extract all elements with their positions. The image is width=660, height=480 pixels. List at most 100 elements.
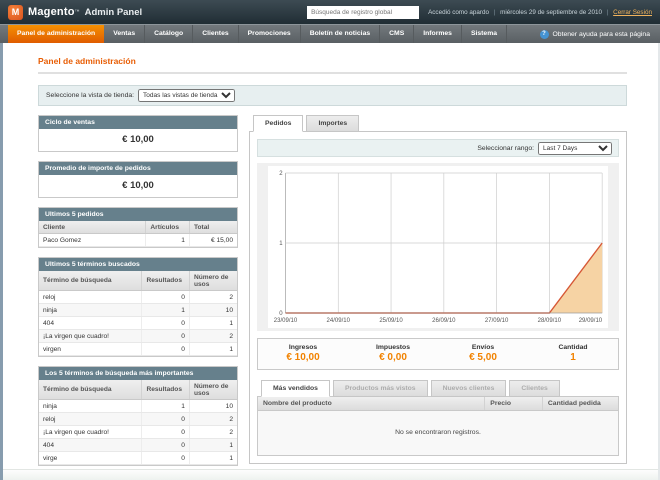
table-row[interactable]: reloj 0 2 [39, 291, 237, 304]
table-row[interactable]: reloj 0 2 [39, 413, 237, 426]
main-nav: Panel de administración Ventas Catálogo … [0, 24, 660, 43]
last-orders-box: Ultimos 5 pedidos Cliente Artículos Tota… [38, 207, 238, 248]
help-icon: ? [540, 30, 549, 39]
column-header[interactable]: Nombre del producto [258, 397, 485, 411]
app-subtitle: Admin Panel [85, 7, 143, 18]
app-header: M Magento ™ Admin Panel Accedió como apa… [0, 0, 660, 24]
last-search-terms-table: Término de búsqueda Resultados Número de… [39, 271, 237, 356]
table-row[interactable]: ninja 1 10 [39, 400, 237, 413]
column-header[interactable]: Cantidad pedida [542, 397, 618, 411]
table-row[interactable]: ¡La virgen que cuadro! 0 2 [39, 330, 237, 343]
column-header[interactable]: Resultados [142, 271, 190, 291]
table-row[interactable]: ¡La virgen que cuadro! 0 2 [39, 426, 237, 439]
top-search-terms-title: Los 5 términos de búsqueda más important… [39, 367, 237, 380]
average-orders-title: Promedio de importe de pedidos [39, 162, 237, 175]
svg-text:2: 2 [279, 170, 283, 177]
tab-customers[interactable]: Clientes [509, 380, 559, 397]
nav-item-cms[interactable]: CMS [380, 25, 414, 43]
help-link[interactable]: ? Obtener ayuda para esta página [540, 25, 660, 43]
tab-amounts[interactable]: Importes [306, 115, 359, 132]
dashboard-sidebar: Ciclo de ventas € 10,00 Promedio de impo… [38, 115, 238, 475]
column-header[interactable]: Término de búsqueda [39, 380, 142, 400]
nav-item-newsletter[interactable]: Boletín de noticias [301, 25, 380, 43]
table-row[interactable]: 404 0 1 [39, 317, 237, 330]
average-orders-box: Promedio de importe de pedidos € 10,00 [38, 161, 238, 198]
range-label: Seleccionar rango: [477, 145, 534, 152]
logout-link[interactable]: Cerrar Sesión [613, 9, 652, 16]
bestsellers-grid: Nombre del producto Precio Cantidad pedi… [257, 396, 619, 456]
nav-item-customers[interactable]: Clientes [193, 25, 238, 43]
svg-text:1: 1 [279, 240, 283, 247]
svg-text:23/09/10: 23/09/10 [274, 317, 298, 324]
help-label: Obtener ayuda para esta página [553, 31, 651, 38]
lifetime-sales-box: Ciclo de ventas € 10,00 [38, 115, 238, 152]
store-view-select[interactable]: Todas las vistas de tienda [138, 89, 235, 102]
column-header[interactable]: Total [189, 221, 237, 234]
last-orders-title: Ultimos 5 pedidos [39, 208, 237, 221]
column-header[interactable]: Resultados [142, 380, 190, 400]
nav-item-sales[interactable]: Ventas [104, 25, 145, 43]
nav-item-reports[interactable]: Informes [414, 25, 462, 43]
current-date: miércoles 29 de septiembre de 2010 [500, 9, 602, 16]
page-title: Panel de administración [38, 56, 627, 66]
empty-grid-message: No se encontraron registros. [258, 411, 618, 455]
svg-text:26/09/10: 26/09/10 [432, 317, 456, 324]
title-divider [38, 72, 627, 74]
dashboard-main: Pedidos Importes Seleccionar rango: Last… [249, 115, 627, 464]
range-selector-bar: Seleccionar rango: Last 7 Days [257, 139, 619, 157]
tab-bestsellers[interactable]: Más vendidos [261, 380, 330, 397]
session-info: Accedió como apardo | miércoles 29 de se… [428, 9, 652, 16]
magento-admin-page: M Magento ™ Admin Panel Accedió como apa… [0, 0, 660, 480]
table-row[interactable]: Paco Gomez 1 € 15,00 [39, 234, 237, 247]
app-title: Magento [28, 6, 75, 18]
svg-text:27/09/10: 27/09/10 [485, 317, 509, 324]
svg-text:28/09/10: 28/09/10 [538, 317, 562, 324]
column-header[interactable]: Número de usos [189, 271, 237, 291]
table-row[interactable]: virge 0 1 [39, 452, 237, 465]
orders-panel: Seleccionar rango: Last 7 Days 01223/09/… [249, 131, 627, 464]
magento-logo-icon: M [8, 5, 23, 20]
last-orders-table: Cliente Artículos Total Paco Gomez 1 € 1… [39, 221, 237, 247]
chart-band: 01223/09/1024/09/1025/09/1026/09/1027/09… [257, 163, 619, 331]
totals-bar: Ingresos € 10,00 Impuestos € 0,00 Envíos… [257, 338, 619, 370]
top-search-terms-box: Los 5 términos de búsqueda más important… [38, 366, 238, 466]
average-orders-value: € 10,00 [39, 175, 237, 197]
stat-quantity: Cantidad 1 [528, 344, 618, 363]
column-header[interactable]: Precio [485, 397, 543, 411]
column-header[interactable]: Número de usos [189, 380, 237, 400]
svg-text:29/09/10: 29/09/10 [579, 317, 603, 324]
svg-text:24/09/10: 24/09/10 [327, 317, 351, 324]
column-header[interactable]: Cliente [39, 221, 146, 234]
lifetime-sales-title: Ciclo de ventas [39, 116, 237, 129]
tab-most-viewed[interactable]: Productos más vistos [333, 380, 428, 397]
content-area: Panel de administración Seleccione la vi… [0, 56, 660, 480]
store-view-selector: Seleccione la vista de tienda: Todas las… [38, 85, 627, 106]
table-row[interactable]: 404 0 1 [39, 439, 237, 452]
window-left-edge [0, 43, 3, 480]
chart-tabs: Pedidos Importes [249, 115, 627, 132]
range-select[interactable]: Last 7 Days [538, 142, 612, 155]
lifetime-sales-value: € 10,00 [39, 129, 237, 151]
table-row[interactable]: virgen 0 1 [39, 343, 237, 356]
svg-text:25/09/10: 25/09/10 [379, 317, 403, 324]
nav-item-system[interactable]: Sistema [462, 25, 507, 43]
nav-item-dashboard[interactable]: Panel de administración [8, 25, 104, 43]
column-header[interactable]: Término de búsqueda [39, 271, 142, 291]
trademark-symbol: ™ [75, 9, 80, 15]
column-header[interactable]: Artículos [146, 221, 190, 234]
nav-item-promotions[interactable]: Promociones [239, 25, 301, 43]
orders-chart: 01223/09/1024/09/1025/09/1026/09/1027/09… [268, 166, 608, 328]
grid-tabs: Más vendidos Productos más vistos Nuevos… [257, 380, 619, 397]
table-row[interactable]: ninja 1 10 [39, 304, 237, 317]
footer-strip [0, 469, 660, 480]
store-view-label: Seleccione la vista de tienda: [46, 92, 134, 99]
nav-item-catalog[interactable]: Catálogo [145, 25, 193, 43]
tab-new-customers[interactable]: Nuevos clientes [431, 380, 507, 397]
stat-shipping: Envíos € 5,00 [438, 344, 528, 363]
stat-tax: Impuestos € 0,00 [348, 344, 438, 363]
stat-revenue: Ingresos € 10,00 [258, 344, 348, 363]
tab-orders[interactable]: Pedidos [253, 115, 303, 132]
global-search-input[interactable] [307, 6, 419, 19]
last-search-terms-title: Ultimos 5 términos buscados [39, 258, 237, 271]
logged-in-as: Accedió como apardo [428, 9, 489, 16]
